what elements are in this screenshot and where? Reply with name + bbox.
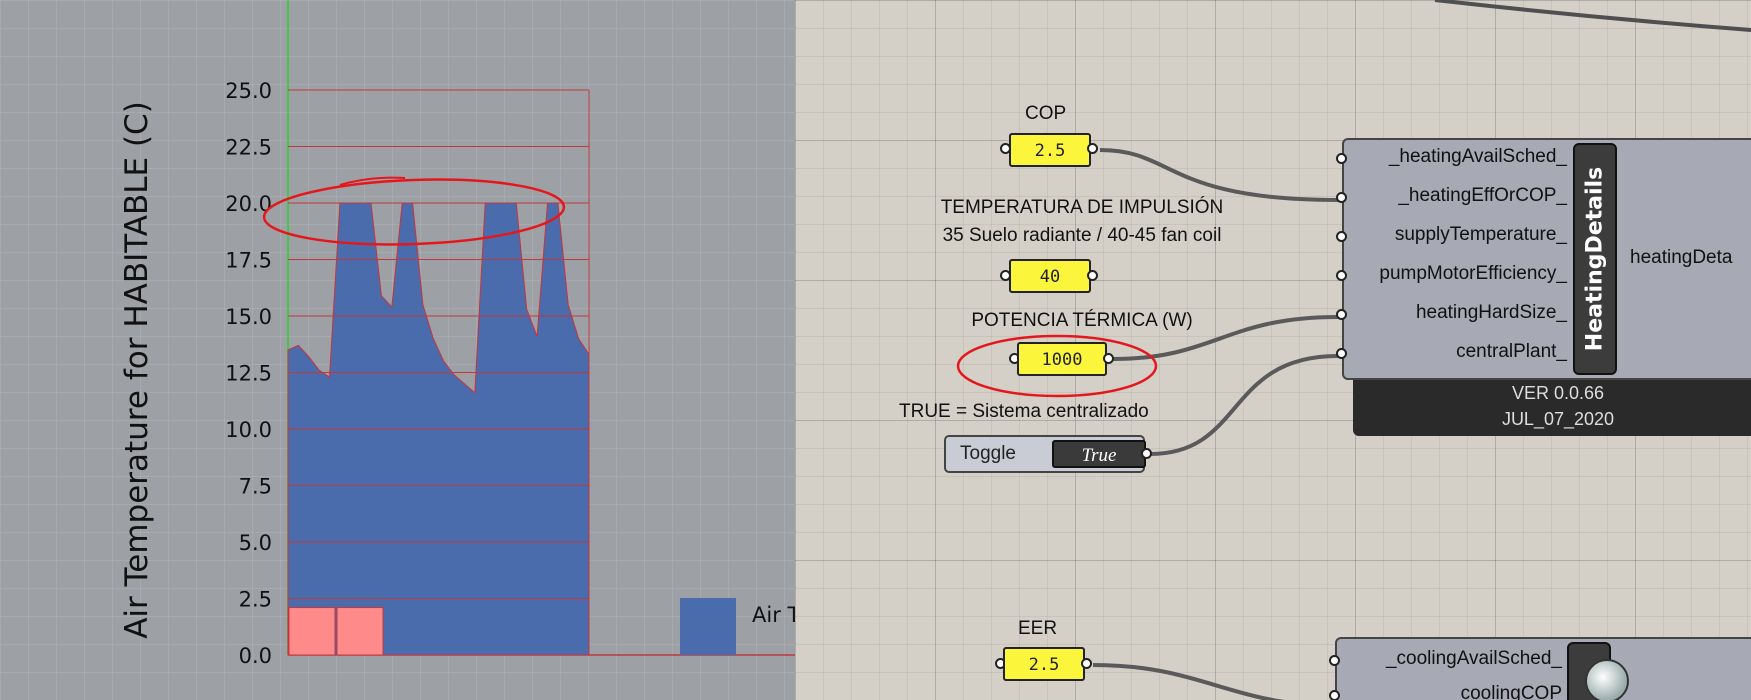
heating-input-grip[interactable]	[1336, 153, 1347, 164]
cop-panel-out-grip[interactable]	[1087, 143, 1098, 154]
cop-label: COP	[1025, 103, 1067, 124]
chart-viewport: 25.0 22.5 20.0 17.5 15.0 12.5 10.0 7.5 5.0 2.5 0.0…	[0, 0, 795, 700]
y-tick-label: 2.5	[239, 588, 272, 612]
heating-input-4: heatingHardSize_	[1415, 302, 1567, 323]
central-toggle[interactable]: Toggle True	[944, 435, 1146, 473]
power-out-grip[interactable]	[1103, 353, 1114, 364]
supply-temp-out-grip[interactable]	[1087, 270, 1098, 281]
version-label: VER 0.0.66	[1511, 383, 1605, 403]
heating-input-grip[interactable]	[1336, 192, 1347, 203]
heating-input-grip[interactable]	[1336, 348, 1347, 359]
highlight-bar	[336, 607, 384, 656]
cooling-input-grip[interactable]	[1329, 655, 1340, 666]
toggle-out-grip[interactable]	[1141, 448, 1152, 459]
heating-input-grip[interactable]	[1336, 270, 1347, 281]
cooling-icon	[1585, 659, 1629, 700]
wire-top	[1434, 0, 1751, 32]
power-panel[interactable]: 1000	[1017, 342, 1107, 376]
supply-temp-label-1: TEMPERATURA DE IMPULSIÓN	[940, 197, 1224, 218]
y-tick-label: 0.0	[239, 644, 272, 668]
heating-input-1: _heatingEffOrCOP_	[1398, 185, 1567, 206]
supply-temp-panel[interactable]: 40	[1009, 259, 1091, 293]
heating-output-label: heatingDeta	[1630, 247, 1733, 268]
y-tick-label: 5.0	[239, 531, 272, 555]
grasshopper-canvas[interactable]: COP 2.5 TEMPERATURA DE IMPULSIÓN 35 Suel…	[795, 0, 1751, 700]
cooling-input-1: coolingCOP	[1460, 683, 1562, 700]
heating-input-grip[interactable]	[1336, 309, 1347, 320]
heating-details-nickname: HeatingDetails	[1573, 143, 1617, 375]
temperature-chart: 25.022.520.017.515.012.510.07.55.02.50.0…	[119, 0, 795, 668]
cooling-input-grip[interactable]	[1329, 690, 1340, 700]
cop-panel[interactable]: 2.5	[1009, 133, 1091, 167]
y-tick-label: 15.0	[225, 305, 272, 329]
wire-central	[1149, 354, 1339, 456]
legend-swatch	[680, 598, 736, 655]
legend-label: Air T	[752, 603, 795, 627]
highlight-bar	[288, 607, 336, 656]
y-tick-label: 10.0	[225, 418, 272, 442]
heating-input-3: pumpMotorEfficiency_	[1379, 263, 1567, 284]
heating-input-2: supplyTemperature_	[1394, 224, 1567, 245]
y-tick-label: 25.0	[225, 79, 272, 103]
heating-input-grip[interactable]	[1336, 231, 1347, 242]
eer-out-grip[interactable]	[1081, 658, 1092, 669]
heating-input-0: _heatingAvailSched_	[1388, 146, 1567, 167]
eer-panel[interactable]: 2.5	[1003, 647, 1085, 681]
toggle-label: Toggle	[960, 443, 1016, 464]
wire-eer	[1092, 663, 1286, 700]
heating-input-5: centralPlant_	[1456, 341, 1567, 362]
heating-version-footer: VER 0.0.66 JUL_07_2020	[1353, 380, 1751, 436]
date-label: JUL_07_2020	[1501, 409, 1615, 429]
central-label: TRUE = Sistema centralizado	[899, 401, 1149, 422]
wire-cop	[1099, 148, 1339, 202]
cooling-input-0: _coolingAvailSched_	[1385, 648, 1562, 669]
y-tick-label: 17.5	[225, 249, 272, 273]
y-tick-label: 12.5	[225, 362, 272, 386]
eer-label: EER	[1018, 618, 1058, 639]
y-axis-label: Air Temperature for HABITABLE (C)	[119, 101, 155, 639]
y-tick-label: 7.5	[239, 475, 272, 499]
supply-temp-label-2: 35 Suelo radiante / 40-45 fan coil	[942, 225, 1222, 246]
power-label: POTENCIA TÉRMICA (W)	[971, 310, 1193, 331]
toggle-value[interactable]: True	[1052, 440, 1146, 468]
y-tick-label: 22.5	[225, 136, 272, 160]
